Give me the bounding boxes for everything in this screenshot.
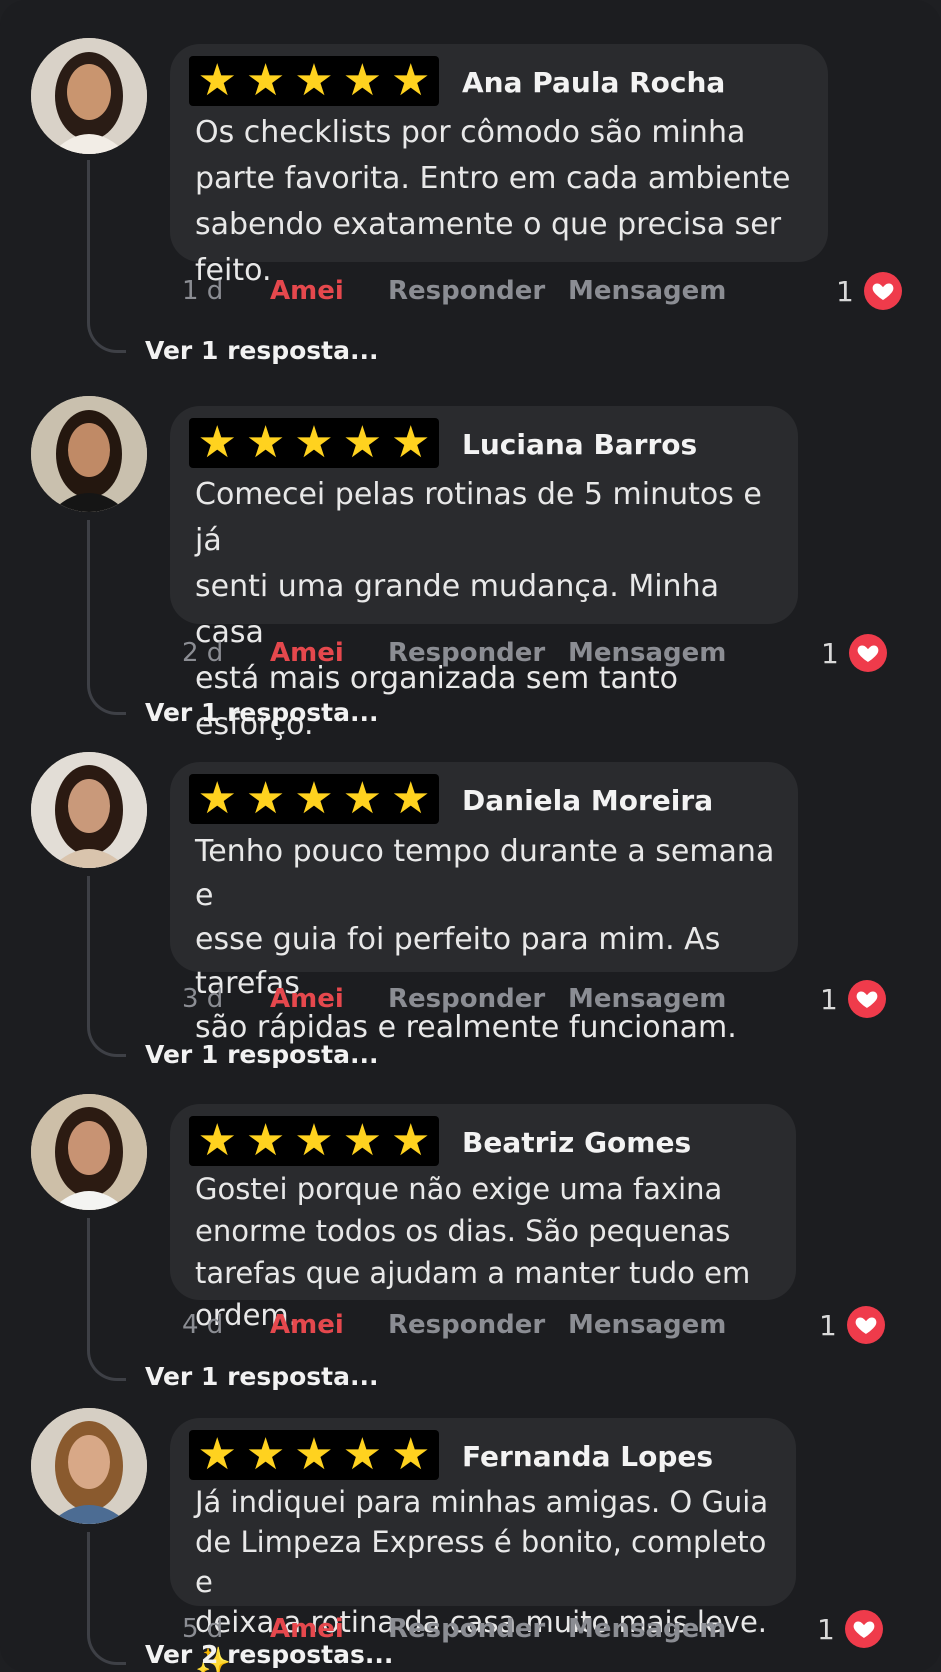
- view-replies-link[interactable]: Ver 2 respostas...: [145, 1640, 393, 1669]
- star-icon: ★: [197, 1429, 237, 1480]
- like-count[interactable]: 1: [817, 1610, 883, 1648]
- star-icon: ★: [294, 1429, 334, 1480]
- comment-bubble: ★ ★ ★ ★ ★ Fernanda Lopes Já indiquei para mi…: [170, 1418, 796, 1672]
- comments-panel: ★ ★ ★ ★ ★ Ana Paula Rocha Os checklists por …: [0, 0, 941, 1672]
- rating-stars: ★ ★ ★ ★ ★: [189, 1430, 439, 1480]
- comment-item: ★ ★ ★ ★ ★ Fernanda Lopes Já indiquei para mi…: [0, 0, 941, 1672]
- star-icon: ★: [391, 1429, 431, 1480]
- heart-icon: [844, 1610, 883, 1648]
- avatar-photo: [31, 1408, 147, 1524]
- reply-button[interactable]: Responder: [388, 1614, 568, 1644]
- author-name[interactable]: Fernanda Lopes: [462, 1440, 713, 1473]
- like-count-value: 1: [817, 1612, 835, 1646]
- star-icon: ★: [342, 1429, 383, 1480]
- avatar[interactable]: [31, 1408, 147, 1524]
- message-button[interactable]: Mensagem: [568, 1614, 726, 1644]
- star-icon: ★: [245, 1429, 286, 1480]
- thread-line: [87, 1532, 126, 1665]
